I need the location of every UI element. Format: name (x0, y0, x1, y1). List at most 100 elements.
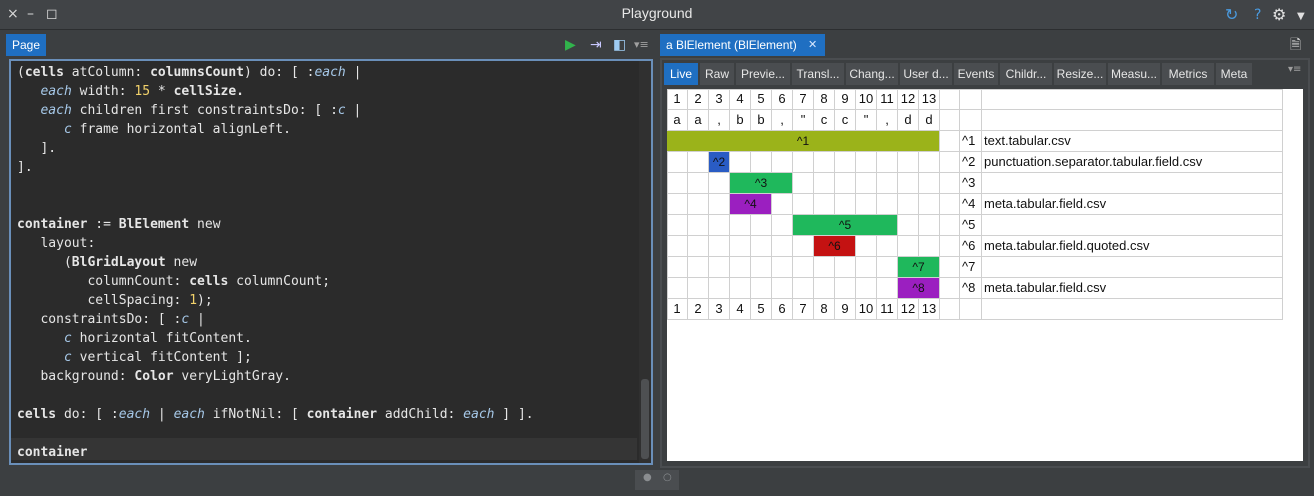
code-line[interactable]: layout: (17, 234, 534, 253)
view-tab-metrics[interactable]: Metrics (1162, 63, 1214, 85)
view-tab-chang[interactable]: Chang... (846, 63, 898, 85)
grid-cell (877, 257, 898, 278)
grid-cell (667, 194, 688, 215)
code-line[interactable] (17, 196, 534, 215)
code-line[interactable] (17, 177, 534, 196)
source-char: c (814, 110, 835, 131)
view-tab-events[interactable]: Events (954, 63, 998, 85)
code-line[interactable]: container (17, 443, 534, 462)
help-icon[interactable]: ? (1254, 7, 1261, 23)
code-token: ( (17, 255, 72, 270)
view-tab-live[interactable]: Live (664, 63, 698, 85)
column-number: 1 (667, 299, 688, 320)
inspect-icon[interactable]: ⇥ (590, 36, 602, 54)
scope-bar[interactable]: ^2 (709, 152, 729, 172)
code-line[interactable]: (cells atColumn: columnsCount) do: [ :ea… (17, 63, 534, 82)
code-line[interactable]: c horizontal fitContent. (17, 329, 534, 348)
grid-cell (814, 173, 835, 194)
code-line[interactable]: cells do: [ :each | each ifNotNil: [ con… (17, 405, 534, 424)
view-tab-transl[interactable]: Transl... (792, 63, 844, 85)
code-token: columnsCount (150, 65, 244, 80)
gear-icon[interactable]: ⚙ (1272, 7, 1286, 23)
document-icon[interactable]: 🗎 (1290, 36, 1301, 54)
code-token: := (87, 217, 119, 232)
view-tab-userd[interactable]: User d... (900, 63, 952, 85)
code-line[interactable] (17, 424, 534, 443)
code-line[interactable]: container := BlElement new (17, 215, 534, 234)
play-icon[interactable]: ▶ (565, 36, 576, 54)
source-char: , (772, 110, 793, 131)
views-menu-icon[interactable]: ▾≡ (1288, 64, 1301, 75)
grid-cell (856, 278, 877, 299)
page-dot-2[interactable]: ○ (663, 472, 672, 483)
editor-scrollbar[interactable] (639, 61, 651, 463)
view-tab-measu[interactable]: Measu... (1108, 63, 1160, 85)
scope-label: ^3 (962, 175, 976, 190)
dropdown-icon[interactable]: ▼ (1297, 9, 1305, 25)
grid-cell (751, 278, 772, 299)
tab-page[interactable]: Page (6, 34, 46, 56)
code-line[interactable]: ]. (17, 158, 534, 177)
view-tab-childr[interactable]: Childr... (1000, 63, 1052, 85)
code-text[interactable]: (cells atColumn: columnsCount) do: [ :ea… (17, 63, 534, 462)
grid-cell (793, 257, 814, 278)
code-line[interactable]: c frame horizontal alignLeft. (17, 120, 534, 139)
code-line[interactable]: ]. (17, 139, 534, 158)
grid-cell (688, 236, 709, 257)
refresh-icon[interactable]: ↻ (1225, 7, 1238, 23)
grid-cell (709, 278, 730, 299)
code-token: each (40, 103, 72, 118)
column-number: 13 (919, 89, 940, 110)
code-line[interactable]: each width: 15 * cellSize. (17, 82, 534, 101)
column-number: 8 (814, 299, 835, 320)
grid-cell (919, 152, 940, 173)
scope-bar[interactable]: ^4 (730, 194, 771, 214)
scope-bar[interactable]: ^6 (814, 236, 855, 256)
grid-cell (667, 257, 688, 278)
code-line[interactable]: c vertical fitContent ]; (17, 348, 534, 367)
grid-cell (751, 215, 772, 236)
code-token: c (337, 103, 346, 118)
grid-cell (793, 152, 814, 173)
split-view-icon[interactable]: ◧ (613, 36, 626, 54)
code-editor[interactable]: (cells atColumn: columnsCount) do: [ :ea… (9, 59, 653, 465)
scope-bar[interactable]: ^5 (793, 215, 897, 235)
grid-cell (940, 215, 960, 236)
editor-scrollbar-thumb[interactable] (641, 379, 649, 459)
view-tab-meta[interactable]: Meta (1216, 63, 1252, 85)
page-dot-1[interactable]: ● (643, 472, 652, 483)
grid-cell (751, 152, 772, 173)
code-token: horizontal fitContent. (71, 331, 252, 346)
grid-cell (982, 257, 1283, 278)
column-number: 10 (856, 89, 877, 110)
tab-inspector[interactable]: a BlElement (BlElement) ✕ (660, 34, 825, 56)
view-tab-previe[interactable]: Previe... (736, 63, 790, 85)
code-line[interactable] (17, 386, 534, 405)
code-token: | (150, 407, 174, 422)
scope-bar[interactable]: ^8 (898, 278, 939, 298)
code-line[interactable]: columnCount: cells columnCount; (17, 272, 534, 291)
column-number: 12 (898, 89, 919, 110)
code-token: c (63, 122, 72, 137)
code-line[interactable]: (BlGridLayout new (17, 253, 534, 272)
code-line[interactable]: background: Color veryLightGray. (17, 367, 534, 386)
scope-bar[interactable]: ^1 (667, 131, 939, 151)
code-line[interactable]: constraintsDo: [ :c | (17, 310, 534, 329)
close-tab-icon[interactable]: ✕ (808, 34, 817, 56)
code-token: frame horizontal alignLeft. (71, 122, 291, 137)
column-number: 8 (814, 89, 835, 110)
code-line[interactable]: cellSpacing: 1); (17, 291, 534, 310)
grid-cell (835, 152, 856, 173)
view-tab-resize[interactable]: Resize... (1054, 63, 1106, 85)
code-token: each (173, 407, 205, 422)
tab-menu-icon[interactable]: ▾≡ (634, 36, 649, 54)
code-token: each (40, 84, 72, 99)
scope-bar[interactable]: ^7 (898, 257, 939, 277)
view-tab-raw[interactable]: Raw (700, 63, 734, 85)
grid-cell (940, 152, 960, 173)
source-char: d (919, 110, 940, 131)
grid-cell (919, 194, 940, 215)
scope-bar[interactable]: ^3 (730, 173, 792, 193)
code-line[interactable]: each children first constraintsDo: [ :c … (17, 101, 534, 120)
grid-cell (835, 257, 856, 278)
